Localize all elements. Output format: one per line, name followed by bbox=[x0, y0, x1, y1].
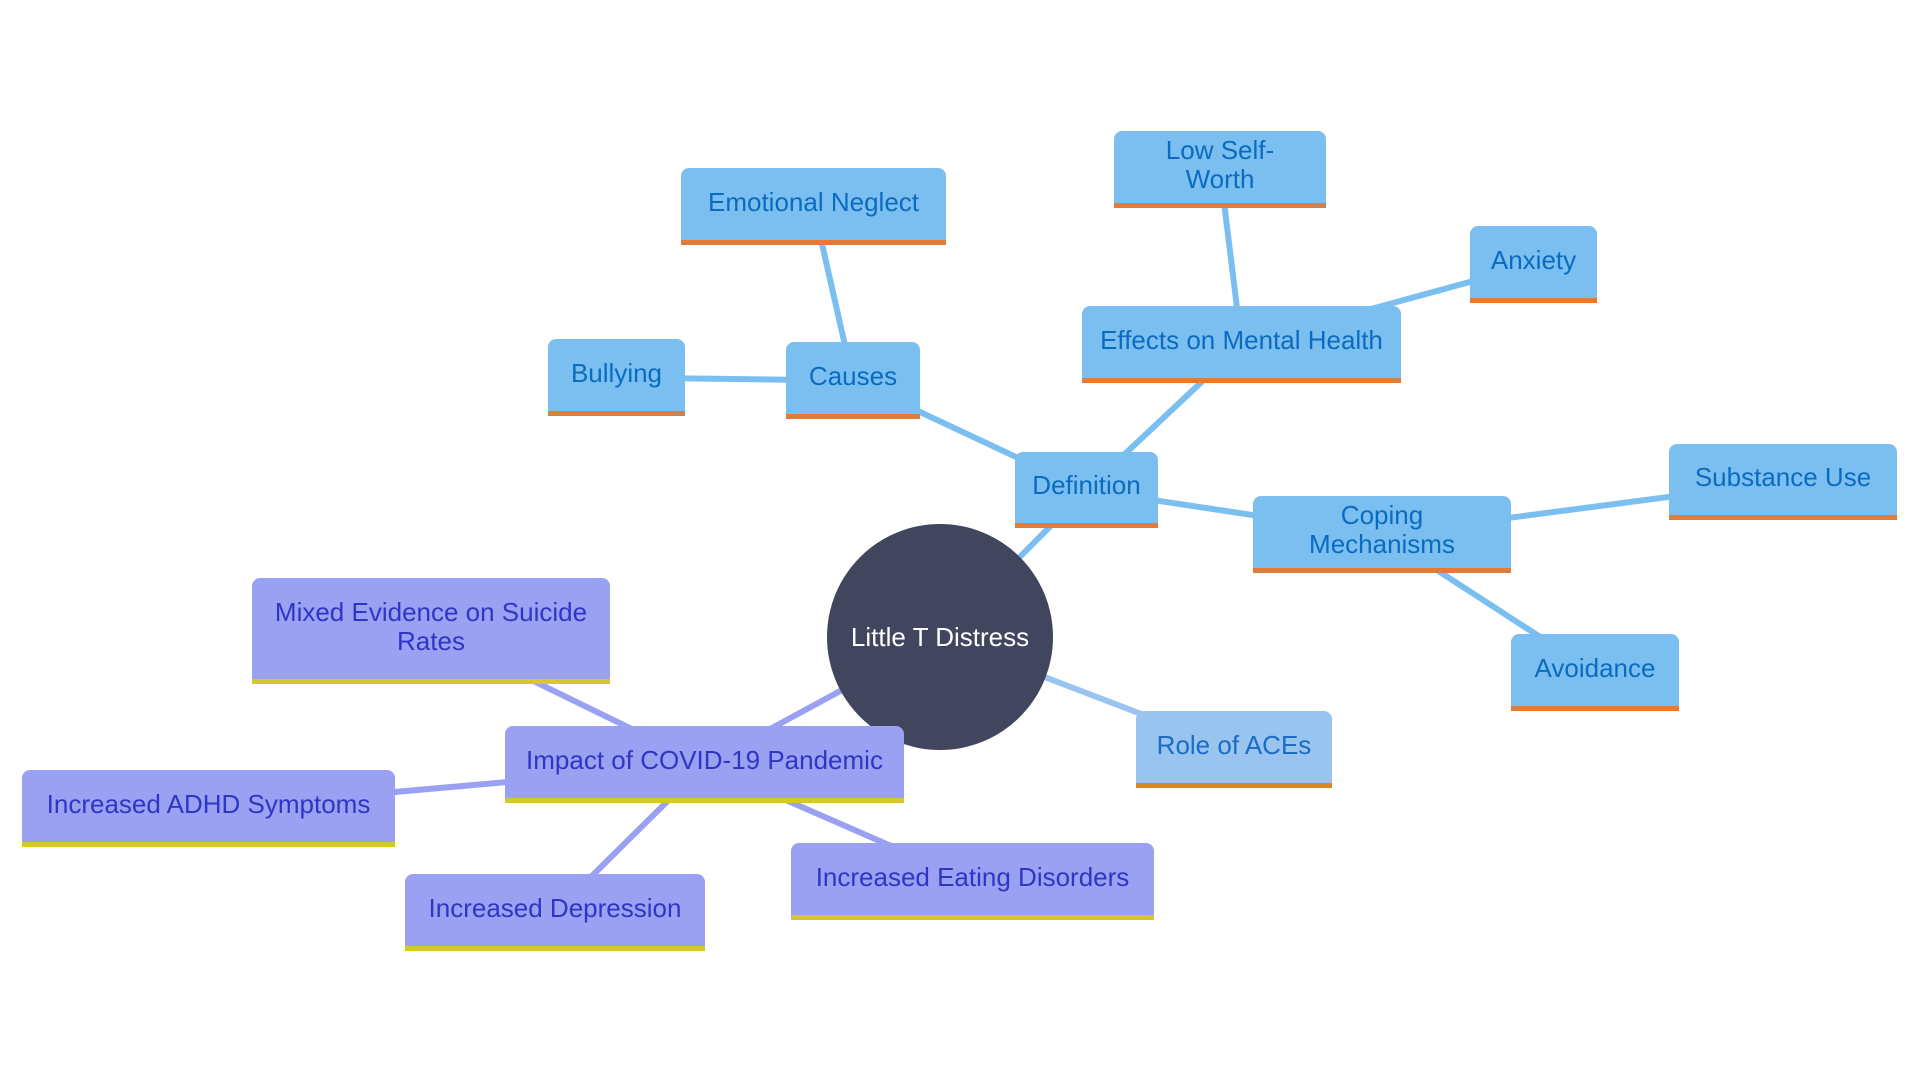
node-avoidance[interactable]: Avoidance bbox=[1511, 634, 1679, 711]
node-increased-depression[interactable]: Increased Depression bbox=[405, 874, 705, 951]
root-node[interactable]: Little T Distress bbox=[827, 524, 1053, 750]
node-label: Substance Use bbox=[1694, 462, 1872, 493]
node-definition[interactable]: Definition bbox=[1015, 452, 1158, 528]
node-label: Increased Eating Disorders bbox=[815, 861, 1130, 892]
node-mixed-evidence-suicide[interactable]: Mixed Evidence on Suicide Rates bbox=[252, 578, 610, 684]
node-label: Emotional Neglect bbox=[708, 186, 919, 217]
node-label: Bullying bbox=[570, 357, 663, 388]
node-label: Mixed Evidence on Suicide Rates bbox=[274, 596, 588, 656]
node-increased-eating-disorders[interactable]: Increased Eating Disorders bbox=[791, 843, 1154, 920]
node-label: Increased ADHD Symptoms bbox=[46, 788, 371, 819]
node-label: Impact of COVID-19 Pandemic bbox=[526, 744, 883, 775]
node-label: Coping Mechanisms bbox=[1309, 500, 1455, 559]
node-increased-adhd[interactable]: Increased ADHD Symptoms bbox=[22, 770, 395, 847]
node-coping-mechanisms[interactable]: Coping Mechanisms bbox=[1253, 496, 1511, 573]
node-label: Anxiety bbox=[1490, 244, 1577, 275]
node-label: Low Self-Worth bbox=[1165, 135, 1275, 194]
root-node-label: Little T Distress bbox=[850, 621, 1030, 652]
node-label: Definition bbox=[1032, 470, 1141, 501]
node-label: Effects on Mental Health bbox=[1100, 324, 1383, 355]
node-emotional-neglect[interactable]: Emotional Neglect bbox=[681, 168, 946, 245]
node-label: Causes bbox=[808, 360, 898, 391]
node-label: Increased Depression bbox=[428, 892, 682, 923]
node-causes[interactable]: Causes bbox=[786, 342, 920, 419]
node-bullying[interactable]: Bullying bbox=[548, 339, 685, 416]
node-impact-of-covid[interactable]: Impact of COVID-19 Pandemic bbox=[505, 726, 904, 803]
node-label: Role of ACEs bbox=[1156, 729, 1312, 760]
node-anxiety[interactable]: Anxiety bbox=[1470, 226, 1597, 303]
node-label: Avoidance bbox=[1534, 652, 1656, 683]
node-low-self-worth[interactable]: Low Self-Worth bbox=[1114, 131, 1326, 208]
node-substance-use[interactable]: Substance Use bbox=[1669, 444, 1897, 520]
node-role-of-aces[interactable]: Role of ACEs bbox=[1136, 711, 1332, 788]
node-effects-on-mental-health[interactable]: Effects on Mental Health bbox=[1082, 306, 1401, 383]
